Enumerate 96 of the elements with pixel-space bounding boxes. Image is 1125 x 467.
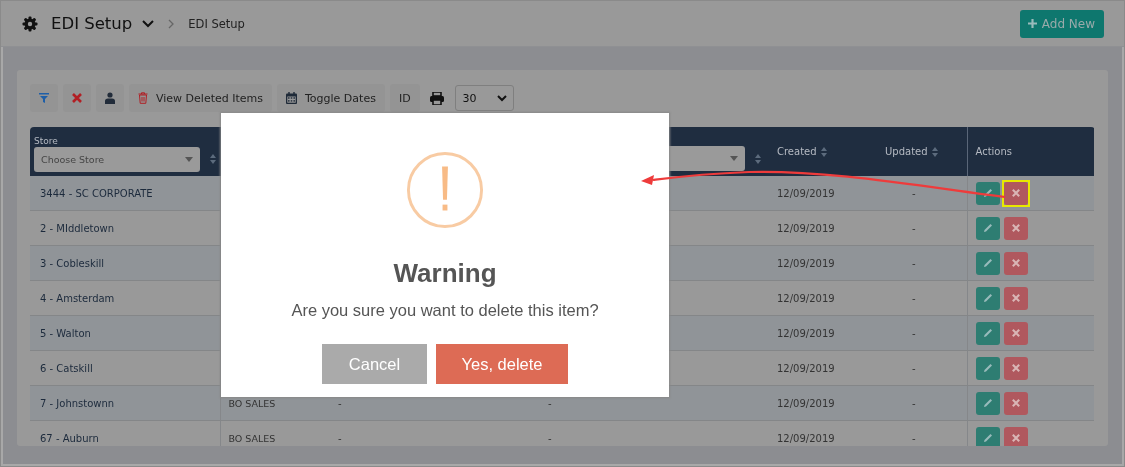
table-cell: BO SALES [228, 432, 276, 444]
clear-filters-button[interactable] [63, 84, 91, 112]
close-icon [1011, 294, 1020, 302]
table-cell: - [548, 432, 552, 444]
column-header[interactable]: Created [777, 146, 817, 157]
close-icon [1011, 364, 1020, 372]
table-cell: - [912, 222, 916, 234]
table-cell: - [912, 362, 916, 374]
store-filter-select[interactable]: Choose Store [34, 146, 200, 172]
table-cell: BO SALES [228, 397, 276, 409]
plus-icon [1027, 19, 1037, 28]
close-icon [1011, 189, 1020, 197]
pencil-icon [982, 363, 993, 373]
dialog-title: Warning [393, 258, 497, 289]
table-cell: 12/09/2019 [777, 187, 835, 199]
pencil-icon [982, 258, 993, 268]
sort-icon[interactable] [820, 147, 827, 157]
page-title: EDI Setup [51, 14, 133, 33]
dialog-message: Are you sure you want to delete this item? [291, 301, 599, 320]
warning-icon [406, 151, 484, 229]
close-icon [1011, 224, 1020, 232]
table-cell: 12/09/2019 [777, 327, 835, 339]
close-icon [1011, 259, 1020, 267]
table-cell: - [912, 397, 916, 409]
table-cell: - [548, 397, 552, 409]
column-header: Actions [975, 146, 1013, 157]
delete-button[interactable] [1003, 426, 1028, 446]
table-cell: 5 - Walton [40, 327, 91, 339]
sort-icon[interactable] [755, 153, 761, 164]
close-icon [1011, 329, 1020, 337]
table-cell: 67 - Auburn [40, 432, 99, 444]
edit-button[interactable] [975, 286, 1000, 310]
table-cell: 12/09/2019 [777, 432, 835, 444]
close-icon [1011, 434, 1020, 442]
dropdown-icon [730, 156, 738, 161]
filter-icon [39, 93, 49, 103]
table-cell: - [912, 187, 916, 199]
column-header[interactable]: Updated [885, 146, 928, 157]
breadcrumb[interactable]: EDI Setup [188, 16, 245, 31]
table-cell: - [338, 397, 342, 409]
delete-button[interactable] [1003, 321, 1028, 345]
sort-icon[interactable] [210, 154, 216, 164]
toolbar-button[interactable]: View Deleted Items [129, 84, 272, 112]
pencil-icon [982, 398, 993, 408]
close-icon [72, 93, 82, 103]
delete-button[interactable] [1003, 251, 1028, 275]
toolbar-button[interactable]: ID [389, 84, 420, 112]
dropdown-icon [185, 156, 193, 162]
printer-icon[interactable] [429, 91, 444, 105]
settings-icon [22, 15, 38, 32]
delete-button[interactable] [1003, 286, 1028, 310]
table-cell: 6 - Catskill [40, 362, 93, 374]
table-cell: 12/09/2019 [777, 397, 835, 409]
pencil-icon [982, 328, 993, 338]
filter-button[interactable] [30, 84, 58, 112]
table-cell: 3444 - SC CORPORATE [40, 187, 153, 199]
close-icon [1011, 399, 1020, 407]
column-header: Store [34, 135, 59, 146]
confirm-delete-button[interactable]: Yes, delete [436, 344, 568, 384]
delete-button[interactable] [1003, 391, 1028, 415]
delete-button[interactable] [1003, 356, 1028, 380]
table-cell: - [338, 432, 342, 444]
delete-button[interactable] [1003, 216, 1028, 240]
breadcrumb-separator-icon [168, 18, 175, 29]
user-button[interactable] [96, 84, 124, 112]
chevron-down-icon [496, 94, 507, 102]
edit-button[interactable] [975, 356, 1000, 380]
edit-button[interactable] [975, 321, 1000, 345]
pencil-icon [982, 188, 993, 198]
pencil-icon [982, 223, 993, 233]
edit-button[interactable] [975, 251, 1000, 275]
table-cell: - [912, 432, 916, 444]
table-cell: 7 - Johnstownn [40, 397, 115, 409]
edit-button[interactable] [975, 216, 1000, 240]
table-cell: 3 - Cobleskill [40, 257, 105, 269]
sort-icon[interactable] [931, 147, 938, 157]
chevron-down-icon[interactable] [142, 19, 155, 28]
table-cell: 12/09/2019 [777, 257, 835, 269]
edit-button[interactable] [975, 426, 1000, 446]
edit-button[interactable] [975, 391, 1000, 415]
table-cell: 12/09/2019 [777, 362, 835, 374]
table-cell: 12/09/2019 [777, 292, 835, 304]
page-size-select[interactable]: 30 [454, 85, 514, 111]
table-cell: 4 - Amsterdam [40, 292, 115, 304]
table-cell: 2 - MIddletown [40, 222, 115, 234]
pencil-icon [982, 293, 993, 303]
calendar-icon [286, 92, 297, 104]
edit-button[interactable] [975, 181, 1000, 205]
toolbar-button[interactable]: Toggle Dates [277, 84, 385, 112]
trash-icon [138, 92, 148, 104]
pencil-icon [982, 433, 993, 443]
table-cell: 12/09/2019 [777, 222, 835, 234]
table-cell: - [912, 327, 916, 339]
user-icon [105, 92, 115, 104]
table-cell: - [912, 257, 916, 269]
table-cell: - [912, 292, 916, 304]
